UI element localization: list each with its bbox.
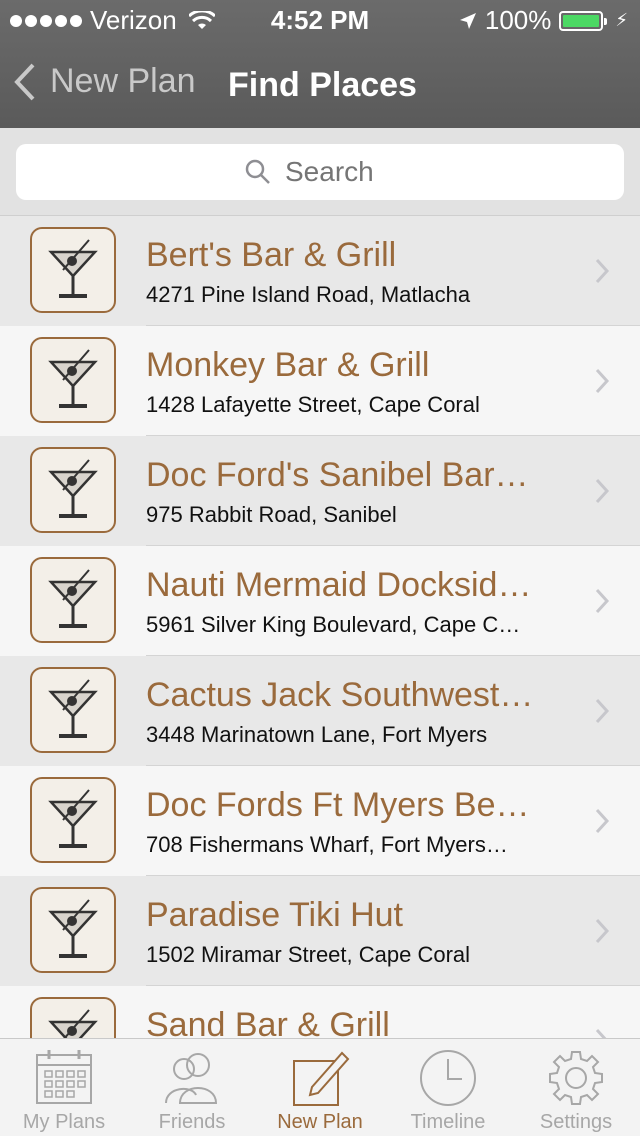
- gear-icon: [549, 1051, 603, 1105]
- chevron-right-icon: [595, 918, 610, 944]
- search-input[interactable]: [285, 156, 395, 188]
- place-thumbnail: [30, 997, 116, 1038]
- cocktail-glass-icon: [48, 899, 98, 958]
- cocktail-glass-icon: [48, 349, 98, 408]
- chevron-right-icon: [595, 698, 610, 724]
- chevron-left-icon: [14, 63, 35, 100]
- search-icon: [245, 159, 270, 184]
- place-thumbnail: [30, 557, 116, 643]
- cocktail-glass-icon: [48, 1009, 98, 1038]
- tab-settings[interactable]: Settings: [512, 1039, 640, 1136]
- tab-timeline[interactable]: Timeline: [384, 1039, 512, 1136]
- places-list[interactable]: Bert's Bar & Grill 4271 Pine Island Road…: [0, 216, 640, 1038]
- cocktail-glass-icon: [48, 239, 98, 298]
- place-name: Doc Ford's Sanibel Bar…: [146, 456, 529, 494]
- clock-icon: [420, 1050, 476, 1106]
- cocktail-glass-icon: [48, 679, 98, 738]
- back-button[interactable]: New Plan: [14, 62, 196, 101]
- place-row[interactable]: Paradise Tiki Hut 1502 Miramar Street, C…: [0, 876, 640, 986]
- chevron-right-icon: [595, 478, 610, 504]
- cocktail-glass-icon: [48, 459, 98, 518]
- place-thumbnail: [30, 667, 116, 753]
- place-thumbnail: [30, 227, 116, 313]
- place-name: Paradise Tiki Hut: [146, 896, 403, 934]
- battery-icon: [559, 10, 608, 31]
- place-thumbnail: [30, 447, 116, 533]
- place-name: Monkey Bar & Grill: [146, 346, 430, 384]
- back-button-label: New Plan: [50, 62, 196, 100]
- cocktail-glass-icon: [48, 789, 98, 848]
- place-name: Nauti Mermaid Docksid…: [146, 566, 532, 604]
- place-address: 5961 Silver King Boulevard, Cape C…: [146, 612, 521, 637]
- tab-friends[interactable]: Friends: [128, 1039, 256, 1136]
- place-thumbnail: [30, 777, 116, 863]
- compose-icon: [293, 1051, 350, 1106]
- place-address: 4271 Pine Island Road, Matlacha: [146, 282, 471, 307]
- tab-label: Settings: [539, 1111, 613, 1133]
- cocktail-glass-icon: [48, 569, 98, 628]
- calendar-icon: [36, 1050, 92, 1104]
- place-address: 3448 Marinatown Lane, Fort Myers: [146, 722, 488, 747]
- chevron-right-icon: [595, 368, 610, 394]
- location-arrow-icon: [459, 12, 476, 29]
- tab-label: New Plan: [277, 1111, 363, 1133]
- place-row[interactable]: Nauti Mermaid Docksid… 5961 Silver King …: [0, 546, 640, 656]
- chevron-right-icon: [595, 588, 610, 614]
- place-address: 708 Fishermans Wharf, Fort Myers…: [146, 832, 508, 857]
- battery-percent: 100%: [484, 5, 552, 35]
- chevron-right-icon: [595, 1028, 607, 1038]
- place-row[interactable]: Cactus Jack Southwest… 3448 Marinatown L…: [0, 656, 640, 766]
- place-name: Bert's Bar & Grill: [146, 236, 397, 274]
- place-name: Doc Fords Ft Myers Be…: [146, 786, 530, 824]
- tab-label: My Plans: [22, 1111, 106, 1133]
- place-row[interactable]: Doc Fords Ft Myers Be… 708 Fishermans Wh…: [0, 766, 640, 876]
- chevron-right-icon: [595, 258, 610, 284]
- place-row[interactable]: Monkey Bar & Grill 1428 Lafayette Street…: [0, 326, 640, 436]
- status-bar: Verizon 4:52 PM 100% ⚡: [0, 0, 640, 40]
- header: Verizon 4:52 PM 100% ⚡ New Plan Find Pla…: [0, 0, 640, 128]
- tab-new-plan[interactable]: New Plan: [256, 1039, 384, 1136]
- place-name: Cactus Jack Southwest…: [146, 676, 534, 714]
- tab-label: Friends: [158, 1111, 226, 1133]
- place-row[interactable]: Bert's Bar & Grill 4271 Pine Island Road…: [0, 216, 640, 326]
- place-address: 975 Rabbit Road, Sanibel: [146, 502, 397, 527]
- tab-my-plans[interactable]: My Plans: [0, 1039, 128, 1136]
- chevron-right-icon: [595, 808, 610, 834]
- place-row[interactable]: Sand Bar & Grill: [0, 986, 640, 1038]
- search-bar: [0, 128, 640, 216]
- place-address: 1428 Lafayette Street, Cape Coral: [146, 392, 480, 417]
- charging-bolt-icon: ⚡: [615, 10, 628, 30]
- page-title: Find Places: [228, 66, 417, 104]
- place-address: 1502 Miramar Street, Cape Coral: [146, 942, 471, 967]
- people-icon: [165, 1053, 218, 1104]
- place-name: Sand Bar & Grill: [146, 1006, 390, 1038]
- search-field[interactable]: [16, 144, 624, 200]
- tab-bar: My Plans Friends New Plan Timeline Setti…: [0, 1038, 640, 1136]
- navigation-bar: New Plan Find Places: [0, 40, 640, 128]
- place-row[interactable]: Doc Ford's Sanibel Bar… 975 Rabbit Road,…: [0, 436, 640, 546]
- tab-label: Timeline: [410, 1111, 486, 1133]
- place-thumbnail: [30, 887, 116, 973]
- place-thumbnail: [30, 337, 116, 423]
